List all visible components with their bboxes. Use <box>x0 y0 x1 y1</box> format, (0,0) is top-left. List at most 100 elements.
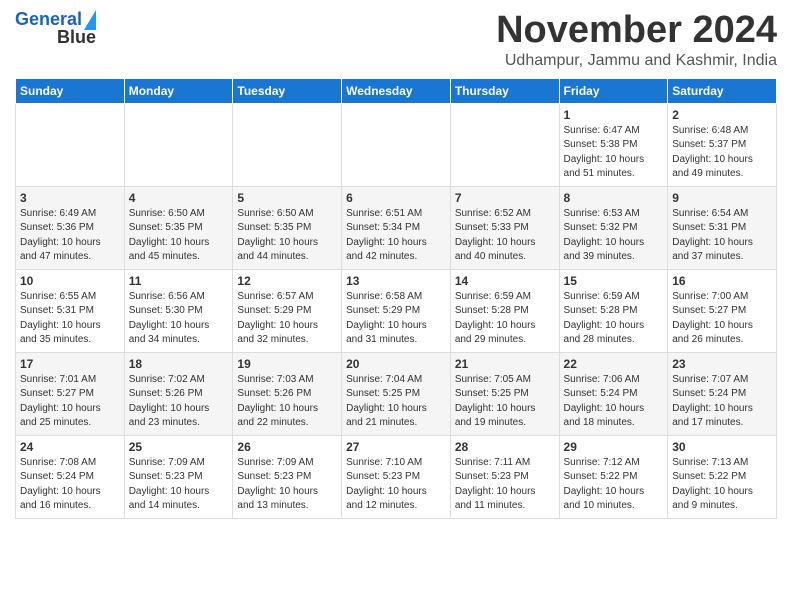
day-detail: Sunrise: 6:58 AM Sunset: 5:29 PM Dayligh… <box>346 290 446 348</box>
day-detail: Sunrise: 6:52 AM Sunset: 5:33 PM Dayligh… <box>455 207 555 265</box>
day-number: 14 <box>455 274 555 288</box>
day-detail: Sunrise: 7:05 AM Sunset: 5:25 PM Dayligh… <box>455 373 555 431</box>
calendar-cell: 7 Sunrise: 6:52 AM Sunset: 5:33 PM Daylig… <box>450 186 559 269</box>
day-number: 18 <box>129 357 229 371</box>
day-detail: Sunrise: 6:51 AM Sunset: 5:34 PM Dayligh… <box>346 207 446 265</box>
calendar-cell: 29 Sunrise: 7:12 AM Sunset: 5:22 PM Dayli… <box>559 435 668 518</box>
day-detail: Sunrise: 7:04 AM Sunset: 5:25 PM Dayligh… <box>346 373 446 431</box>
calendar-cell: 16Sunrise: 7:00 AM Sunset: 5:27 PM Dayli… <box>668 269 777 352</box>
day-detail: Sunrise: 7:06 AM Sunset: 5:24 PM Dayligh… <box>564 373 664 431</box>
day-number: 26 <box>237 440 337 454</box>
calendar-cell: 15 Sunrise: 6:59 AM Sunset: 5:28 PM Dayli… <box>559 269 668 352</box>
weekday-header: Tuesday <box>233 78 342 103</box>
day-number: 15 <box>564 274 664 288</box>
day-detail: Sunrise: 6:47 AM Sunset: 5:38 PM Dayligh… <box>564 124 664 182</box>
day-number: 4 <box>129 191 229 205</box>
calendar-cell: 2 Sunrise: 6:48 AM Sunset: 5:37 PM Daylig… <box>668 103 777 186</box>
day-number: 24 <box>20 440 120 454</box>
day-detail: Sunrise: 6:59 AM Sunset: 5:28 PM Dayligh… <box>564 290 664 348</box>
day-number: 28 <box>455 440 555 454</box>
day-number: 13 <box>346 274 446 288</box>
day-detail: Sunrise: 6:55 AM Sunset: 5:31 PM Dayligh… <box>20 290 120 348</box>
day-number: 17 <box>20 357 120 371</box>
calendar-cell: 24 Sunrise: 7:08 AM Sunset: 5:24 PM Dayli… <box>16 435 125 518</box>
day-number: 25 <box>129 440 229 454</box>
logo-text-blue: Blue <box>57 28 96 48</box>
day-detail: Sunrise: 6:53 AM Sunset: 5:32 PM Dayligh… <box>564 207 664 265</box>
calendar-cell: 14 Sunrise: 6:59 AM Sunset: 5:28 PM Dayli… <box>450 269 559 352</box>
calendar-cell: 26 Sunrise: 7:09 AM Sunset: 5:23 PM Dayli… <box>233 435 342 518</box>
day-number: 22 <box>564 357 664 371</box>
day-number: 9 <box>672 191 772 205</box>
calendar-cell: 9 Sunrise: 6:54 AM Sunset: 5:31 PM Daylig… <box>668 186 777 269</box>
calendar-cell: 25 Sunrise: 7:09 AM Sunset: 5:23 PM Dayli… <box>124 435 233 518</box>
calendar-cell: 6Sunrise: 6:51 AM Sunset: 5:34 PM Daylig… <box>342 186 451 269</box>
day-number: 30 <box>672 440 772 454</box>
calendar-cell: 17 Sunrise: 7:01 AM Sunset: 5:27 PM Dayli… <box>16 352 125 435</box>
calendar-row: 24 Sunrise: 7:08 AM Sunset: 5:24 PM Dayli… <box>16 435 777 518</box>
calendar-row: 17 Sunrise: 7:01 AM Sunset: 5:27 PM Dayli… <box>16 352 777 435</box>
calendar-cell: 5Sunrise: 6:50 AM Sunset: 5:35 PM Daylig… <box>233 186 342 269</box>
calendar-row: 10Sunrise: 6:55 AM Sunset: 5:31 PM Dayli… <box>16 269 777 352</box>
calendar-cell: 21 Sunrise: 7:05 AM Sunset: 5:25 PM Dayli… <box>450 352 559 435</box>
day-detail: Sunrise: 6:50 AM Sunset: 5:35 PM Dayligh… <box>129 207 229 265</box>
weekday-header: Thursday <box>450 78 559 103</box>
calendar-cell: 12Sunrise: 6:57 AM Sunset: 5:29 PM Dayli… <box>233 269 342 352</box>
day-number: 8 <box>564 191 664 205</box>
calendar-cell <box>233 103 342 186</box>
day-detail: Sunrise: 7:13 AM Sunset: 5:22 PM Dayligh… <box>672 456 772 514</box>
calendar-table: SundayMondayTuesdayWednesdayThursdayFrid… <box>15 78 777 519</box>
month-title: November 2024 <box>496 10 777 52</box>
calendar-cell: 18 Sunrise: 7:02 AM Sunset: 5:26 PM Dayli… <box>124 352 233 435</box>
day-number: 7 <box>455 191 555 205</box>
calendar-header-row: SundayMondayTuesdayWednesdayThursdayFrid… <box>16 78 777 103</box>
calendar-cell: 19 Sunrise: 7:03 AM Sunset: 5:26 PM Dayli… <box>233 352 342 435</box>
day-detail: Sunrise: 7:01 AM Sunset: 5:27 PM Dayligh… <box>20 373 120 431</box>
day-number: 23 <box>672 357 772 371</box>
calendar-cell: 10Sunrise: 6:55 AM Sunset: 5:31 PM Dayli… <box>16 269 125 352</box>
day-detail: Sunrise: 7:10 AM Sunset: 5:23 PM Dayligh… <box>346 456 446 514</box>
day-number: 12 <box>237 274 337 288</box>
calendar-cell: 1 Sunrise: 6:47 AM Sunset: 5:38 PM Daylig… <box>559 103 668 186</box>
day-detail: Sunrise: 7:03 AM Sunset: 5:26 PM Dayligh… <box>237 373 337 431</box>
day-detail: Sunrise: 6:50 AM Sunset: 5:35 PM Dayligh… <box>237 207 337 265</box>
day-detail: Sunrise: 6:48 AM Sunset: 5:37 PM Dayligh… <box>672 124 772 182</box>
day-number: 29 <box>564 440 664 454</box>
calendar-cell: 8 Sunrise: 6:53 AM Sunset: 5:32 PM Daylig… <box>559 186 668 269</box>
calendar-cell <box>342 103 451 186</box>
calendar-cell: 3Sunrise: 6:49 AM Sunset: 5:36 PM Daylig… <box>16 186 125 269</box>
day-detail: Sunrise: 7:02 AM Sunset: 5:26 PM Dayligh… <box>129 373 229 431</box>
calendar-cell: 27 Sunrise: 7:10 AM Sunset: 5:23 PM Dayli… <box>342 435 451 518</box>
calendar-cell: 13 Sunrise: 6:58 AM Sunset: 5:29 PM Dayli… <box>342 269 451 352</box>
day-detail: Sunrise: 7:08 AM Sunset: 5:24 PM Dayligh… <box>20 456 120 514</box>
calendar-cell <box>450 103 559 186</box>
day-detail: Sunrise: 7:12 AM Sunset: 5:22 PM Dayligh… <box>564 456 664 514</box>
calendar-cell <box>16 103 125 186</box>
location: Udhampur, Jammu and Kashmir, India <box>496 52 777 70</box>
day-number: 27 <box>346 440 446 454</box>
weekday-header: Friday <box>559 78 668 103</box>
day-number: 19 <box>237 357 337 371</box>
calendar-cell: 30 Sunrise: 7:13 AM Sunset: 5:22 PM Dayli… <box>668 435 777 518</box>
day-detail: Sunrise: 6:56 AM Sunset: 5:30 PM Dayligh… <box>129 290 229 348</box>
day-number: 2 <box>672 108 772 122</box>
day-number: 1 <box>564 108 664 122</box>
calendar-cell: 23 Sunrise: 7:07 AM Sunset: 5:24 PM Dayli… <box>668 352 777 435</box>
day-number: 16 <box>672 274 772 288</box>
day-number: 21 <box>455 357 555 371</box>
calendar-row: 3Sunrise: 6:49 AM Sunset: 5:36 PM Daylig… <box>16 186 777 269</box>
day-detail: Sunrise: 7:11 AM Sunset: 5:23 PM Dayligh… <box>455 456 555 514</box>
day-detail: Sunrise: 6:54 AM Sunset: 5:31 PM Dayligh… <box>672 207 772 265</box>
day-detail: Sunrise: 7:09 AM Sunset: 5:23 PM Dayligh… <box>237 456 337 514</box>
calendar-cell: 20Sunrise: 7:04 AM Sunset: 5:25 PM Dayli… <box>342 352 451 435</box>
calendar-cell: 4 Sunrise: 6:50 AM Sunset: 5:35 PM Daylig… <box>124 186 233 269</box>
weekday-header: Monday <box>124 78 233 103</box>
day-detail: Sunrise: 7:09 AM Sunset: 5:23 PM Dayligh… <box>129 456 229 514</box>
title-block: November 2024 Udhampur, Jammu and Kashmi… <box>496 10 777 70</box>
day-detail: Sunrise: 7:07 AM Sunset: 5:24 PM Dayligh… <box>672 373 772 431</box>
day-number: 3 <box>20 191 120 205</box>
day-detail: Sunrise: 6:59 AM Sunset: 5:28 PM Dayligh… <box>455 290 555 348</box>
calendar-row: 1 Sunrise: 6:47 AM Sunset: 5:38 PM Daylig… <box>16 103 777 186</box>
day-number: 11 <box>129 274 229 288</box>
calendar-cell: 28 Sunrise: 7:11 AM Sunset: 5:23 PM Dayli… <box>450 435 559 518</box>
